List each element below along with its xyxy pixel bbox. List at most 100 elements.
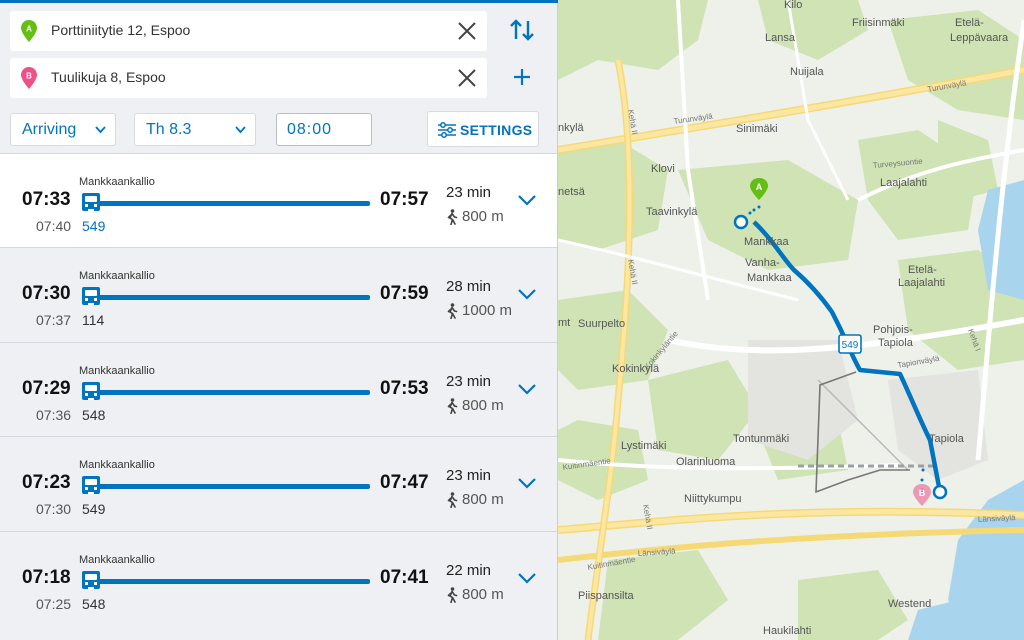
boarding-stop-name: Mankkaankallio — [79, 365, 155, 377]
arrival-time: 07:59 — [380, 283, 429, 304]
destination-clear-icon[interactable] — [455, 66, 479, 90]
walking-icon — [447, 398, 458, 414]
map-place-label: Laajalahti — [898, 277, 945, 289]
route-badge: 549 — [838, 334, 862, 354]
map-place-label: Klovi — [651, 163, 675, 175]
boarding-stop-name: Mankkaankallio — [79, 176, 155, 188]
expand-chevron-icon[interactable] — [515, 286, 539, 302]
walking-icon — [447, 303, 458, 319]
boarding-stop-name: Mankkaankallio — [79, 459, 155, 471]
itinerary-panel: A Porttiniitytie 12, Espoo B Tuulikuja 8… — [0, 0, 558, 640]
map-place-label: Tapiola — [878, 337, 914, 349]
trip-duration: 23 min — [446, 184, 492, 201]
chevron-down-icon — [95, 126, 106, 134]
expand-chevron-icon[interactable] — [515, 570, 539, 586]
arrival-time: 07:41 — [380, 567, 429, 588]
map-place-label: Lystimäki — [621, 440, 666, 452]
transit-leg-bar — [92, 295, 370, 300]
departure-time: 07:30 — [22, 283, 71, 304]
destination-map-pin-icon[interactable]: B — [913, 484, 931, 506]
destination-pin-icon: B — [21, 67, 37, 89]
map-place-label: Mankkaa — [744, 236, 790, 248]
walking-icon — [447, 209, 458, 225]
map-place-label: Friisinmäki — [852, 17, 905, 29]
map-place-label: mt — [558, 317, 570, 329]
departure-time: 07:29 — [22, 378, 71, 399]
bus-icon — [82, 193, 100, 211]
svg-text:B: B — [919, 488, 926, 498]
expand-chevron-icon[interactable] — [515, 381, 539, 397]
walk-distance-value: 800 m — [462, 397, 504, 414]
origin-field[interactable]: A Porttiniitytie 12, Espoo — [10, 11, 487, 51]
walk-distance-value: 800 m — [462, 491, 504, 508]
trip-duration: 23 min — [446, 467, 492, 484]
route-number: 549 — [82, 218, 106, 234]
time-input[interactable] — [276, 113, 372, 146]
date-select[interactable]: Th 8.3 — [134, 113, 256, 146]
origin-text[interactable]: Porttiniitytie 12, Espoo — [51, 22, 190, 38]
arrival-time: 07:53 — [380, 378, 429, 399]
walking-icon — [447, 492, 458, 508]
map-place-label: Haukilahti — [763, 625, 811, 637]
walk-distance-value: 800 m — [462, 586, 504, 603]
map-place-label: Sinimäki — [736, 123, 778, 135]
map-place-label: Niittykumpu — [684, 493, 741, 505]
board-stop-marker[interactable] — [733, 214, 749, 230]
map-place-label: Pohjois- — [873, 324, 913, 336]
swap-locations-icon[interactable] — [505, 13, 539, 47]
itinerary-row[interactable]: 07:18 07:25 548 Mankkaankallio 07:41 22 … — [0, 531, 557, 625]
map-canvas[interactable]: A B 549 Kilo Friisinmäki Etelä- Leppävaara L… — [558, 0, 1024, 640]
map-place-label: Tontunmäki — [733, 433, 789, 445]
map-place-label: Leppävaara — [950, 32, 1009, 44]
expand-chevron-icon[interactable] — [515, 192, 539, 208]
trip-duration: 23 min — [446, 373, 492, 390]
origin-pin-icon: A — [21, 20, 37, 42]
map-place-label: Kilo — [784, 0, 802, 11]
destination-field[interactable]: B Tuulikuja 8, Espoo — [10, 58, 487, 98]
bus-icon — [82, 382, 100, 400]
add-via-point-icon[interactable] — [505, 60, 539, 94]
map-place-label: Westend — [888, 598, 931, 610]
arrival-time: 07:47 — [380, 472, 429, 493]
trip-duration: 28 min — [446, 278, 492, 295]
boarding-stop-name: Mankkaankallio — [79, 554, 155, 566]
itinerary-row[interactable]: 07:30 07:37 114 Mankkaankallio 07:59 28 … — [0, 247, 557, 341]
map-place-label: Laajalahti — [880, 177, 927, 189]
map-road-label: Tapionväylä — [897, 354, 941, 370]
route-number: 548 — [82, 596, 106, 612]
map-place-label: Etelä- — [955, 17, 984, 29]
itinerary-row[interactable]: 07:23 07:30 549 Mankkaankallio 07:47 23 … — [0, 436, 557, 530]
boarding-time: 07:37 — [36, 312, 72, 328]
boarding-time: 07:30 — [36, 501, 72, 517]
walking-icon — [447, 587, 458, 603]
map-place-label: Vanha- — [745, 257, 780, 269]
bus-icon — [82, 476, 100, 494]
bus-icon — [82, 287, 100, 305]
departure-time: 07:33 — [22, 189, 71, 210]
origin-clear-icon[interactable] — [455, 19, 479, 43]
arrive-depart-select[interactable]: Arriving — [10, 113, 116, 146]
map-place-label: netsä — [558, 186, 586, 198]
alight-stop-marker[interactable] — [932, 484, 948, 500]
boarding-time: 07:40 — [36, 218, 72, 234]
chevron-down-icon — [235, 126, 246, 134]
map-place-label: Mankkaa — [747, 272, 793, 284]
map-place-label: Tapiola — [929, 433, 965, 445]
itinerary-row[interactable]: 07:33 07:40 549 Mankkaankallio 07:57 23 … — [0, 153, 557, 247]
settings-label: SETTINGS — [460, 122, 533, 138]
destination-text[interactable]: Tuulikuja 8, Espoo — [51, 69, 166, 85]
itinerary-row[interactable]: 07:29 07:36 548 Mankkaankallio 07:53 23 … — [0, 342, 557, 436]
transit-leg-bar — [92, 390, 370, 395]
svg-text:A: A — [26, 25, 32, 34]
boarding-stop-name: Mankkaankallio — [79, 270, 155, 282]
route-map[interactable]: A B 549 Kilo Friisinmäki Etelä- Leppävaara L… — [558, 0, 1024, 640]
sliders-icon — [438, 122, 456, 138]
transit-leg-bar — [92, 579, 370, 584]
settings-button[interactable]: SETTINGS — [427, 111, 539, 147]
panel-top-accent — [0, 0, 558, 3]
svg-text:549: 549 — [842, 340, 859, 351]
date-value: Th 8.3 — [146, 121, 192, 138]
departure-time: 07:18 — [22, 567, 71, 588]
map-place-label: Lansa — [765, 32, 796, 44]
expand-chevron-icon[interactable] — [515, 475, 539, 491]
